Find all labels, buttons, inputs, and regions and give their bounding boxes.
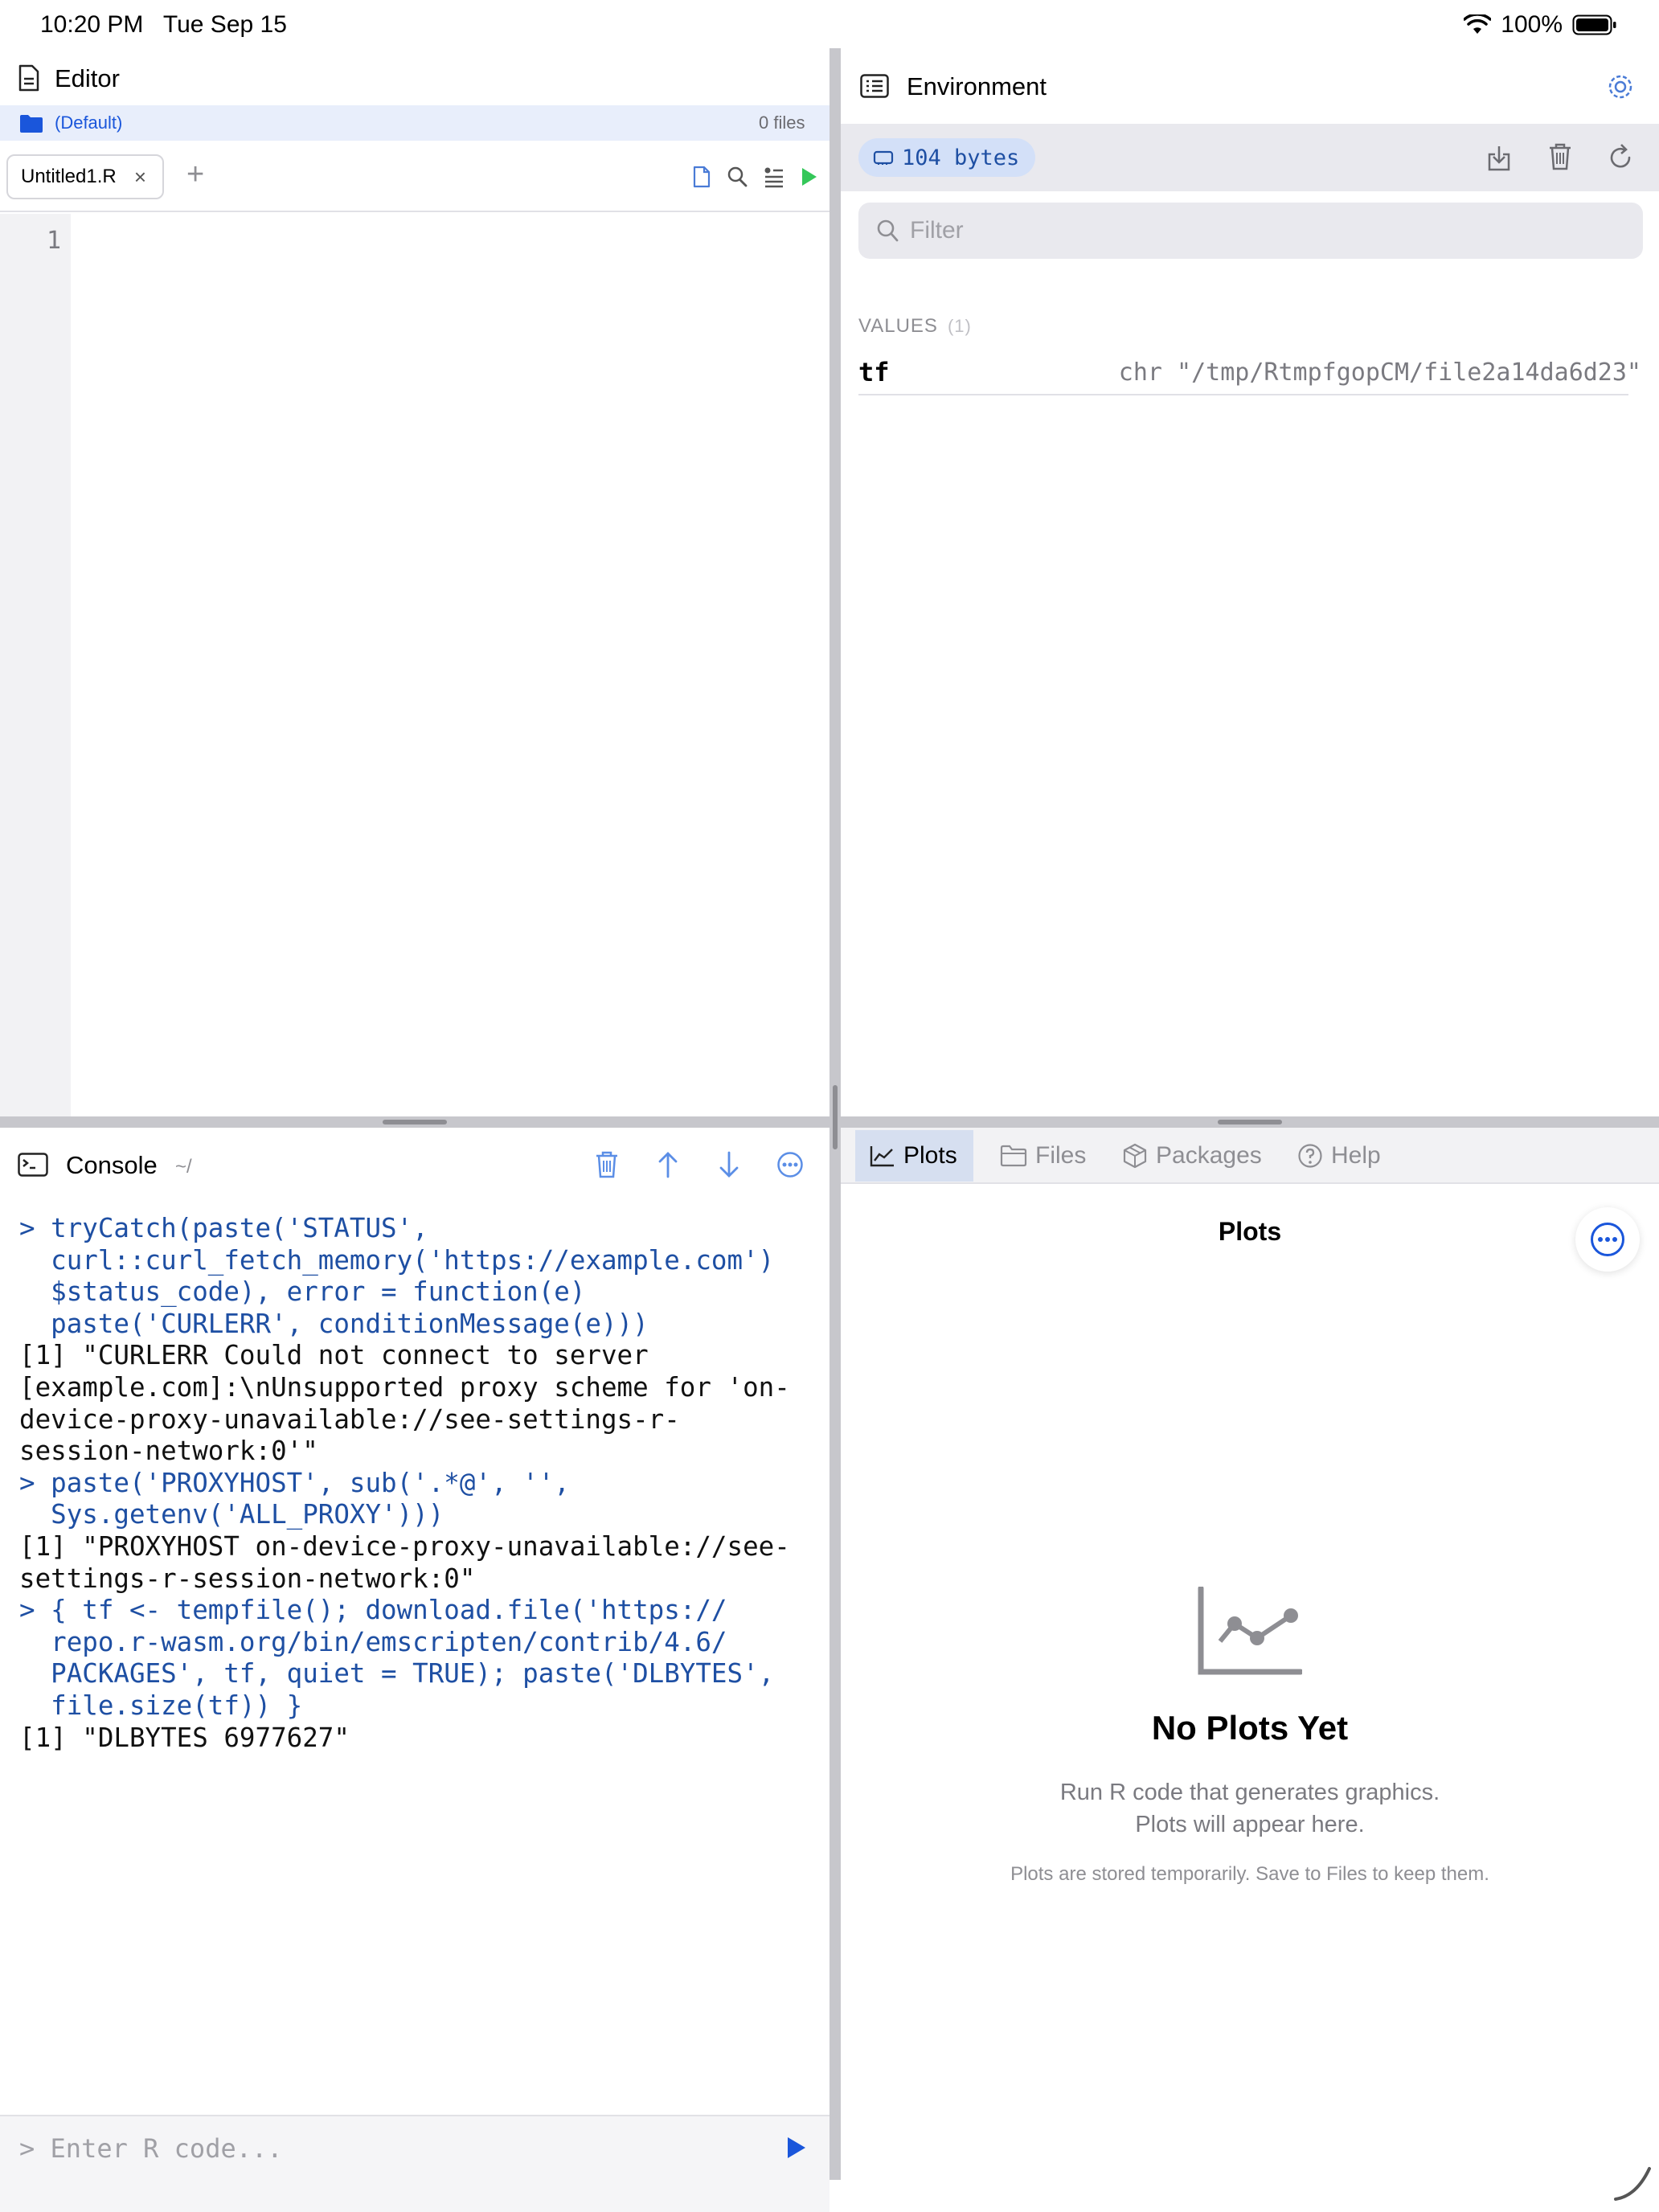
gear-icon[interactable] xyxy=(1606,72,1635,101)
status-time: 10:20 PM Tue Sep 15 xyxy=(40,11,287,39)
terminal-icon xyxy=(18,1153,48,1177)
send-icon[interactable] xyxy=(786,2136,807,2159)
console-output-line: session-network:0'" xyxy=(19,1436,318,1467)
empty-state-line-1: Run R code that generates graphics. xyxy=(1059,1780,1440,1805)
filter-placeholder: Filter xyxy=(910,217,964,244)
console-output-line: [1] "DLBYTES 6977627" xyxy=(19,1722,350,1753)
console-output-line: settings-r-session-network:0" xyxy=(19,1563,476,1594)
line-number: 1 xyxy=(47,227,62,255)
filter-input[interactable]: Filter xyxy=(858,203,1643,259)
clear-environment-icon[interactable] xyxy=(1548,143,1572,170)
console-output-line: [1] "PROXYHOST on-device-proxy-unavailab… xyxy=(19,1531,790,1562)
console-input-line: repo.r-wasm.org/bin/emscripten/contrib/4… xyxy=(19,1626,727,1657)
format-list-icon[interactable] xyxy=(764,166,784,188)
battery-percent: 100% xyxy=(1501,11,1563,38)
console-input-line: > { tf <- tempfile(); download.file('htt… xyxy=(19,1595,727,1626)
tab-help-label: Help xyxy=(1331,1142,1381,1169)
empty-state-title: No Plots Yet xyxy=(1151,1709,1349,1747)
plots-more-button[interactable] xyxy=(1575,1207,1640,1272)
console-input-placeholder: > Enter R code... xyxy=(19,2133,283,2164)
arrow-up-icon[interactable] xyxy=(657,1151,678,1178)
section-count: (1) xyxy=(947,316,972,336)
chart-placeholder-icon xyxy=(1196,1587,1302,1677)
console-input-line: paste('CURLERR', conditionMessage(e))) xyxy=(19,1308,649,1339)
line-gutter xyxy=(0,214,71,1116)
close-icon[interactable]: × xyxy=(134,165,146,190)
editor-title: Editor xyxy=(55,64,120,92)
console-input-line: > paste('PROXYHOST', sub('.*@', '', xyxy=(19,1467,570,1498)
console-output-line: [example.com]:\nUnsupported proxy scheme… xyxy=(19,1372,790,1403)
trash-icon[interactable] xyxy=(595,1151,619,1178)
plots-header: Plots xyxy=(1218,1217,1282,1246)
tab-plots-label: Plots xyxy=(903,1142,957,1169)
tab-help[interactable]: Help xyxy=(1283,1130,1397,1182)
refresh-icon[interactable] xyxy=(1608,143,1633,170)
memory-value: 104 bytes xyxy=(902,145,1020,170)
left-split-handle[interactable] xyxy=(383,1120,447,1124)
variable-name: tf xyxy=(858,357,890,387)
section-title: VALUES xyxy=(858,315,938,337)
variable-row[interactable]: tf chr "/tmp/RtmpfgopCM/file2a14da6d23" xyxy=(858,350,1641,395)
console-input-line: Sys.getenv('ALL_PROXY'))) xyxy=(19,1499,444,1530)
console-output-line: device-proxy-unavailable://see-settings-… xyxy=(19,1403,680,1435)
memory-usage-badge: 104 bytes xyxy=(858,138,1036,177)
search-icon[interactable] xyxy=(727,166,748,188)
console-input-line: $status_code), error = function(e) xyxy=(19,1276,586,1308)
battery-icon xyxy=(1572,14,1617,36)
chart-line-icon xyxy=(870,1145,895,1167)
tab-packages-label: Packages xyxy=(1156,1142,1262,1169)
add-tab-button[interactable]: + xyxy=(186,158,204,192)
more-options-icon xyxy=(1590,1222,1625,1257)
document-icon xyxy=(18,64,40,92)
code-editor[interactable] xyxy=(71,214,830,1116)
tab-files[interactable]: Files xyxy=(985,1130,1102,1182)
question-circle-icon xyxy=(1297,1143,1323,1169)
status-clock: 10:20 PM xyxy=(40,11,144,38)
console-footer xyxy=(0,2180,830,2212)
console-output: > tryCatch(paste('STATUS', curl::curl_fe… xyxy=(0,1200,830,2115)
status-date: Tue Sep 15 xyxy=(162,11,287,38)
console-input-line: file.size(tf)) } xyxy=(19,1690,303,1721)
resize-grip-icon[interactable] xyxy=(1612,2164,1653,2202)
run-icon[interactable] xyxy=(801,167,818,186)
search-icon xyxy=(876,219,899,243)
list-icon xyxy=(860,74,889,98)
wifi-icon xyxy=(1464,14,1492,35)
tab-label: Untitled1.R xyxy=(21,166,117,187)
values-section-label: VALUES (1) xyxy=(858,315,972,338)
console-input-line: > tryCatch(paste('STATUS', xyxy=(19,1213,428,1243)
package-box-icon xyxy=(1122,1143,1148,1169)
file-count: 0 files xyxy=(759,113,805,133)
folder-icon xyxy=(19,114,43,133)
right-split-handle[interactable] xyxy=(1218,1120,1282,1124)
tab-plots[interactable]: Plots xyxy=(855,1130,973,1182)
console-path: ~/ xyxy=(175,1156,192,1178)
environment-title: Environment xyxy=(907,72,1047,100)
status-indicators: 100% xyxy=(1464,11,1617,39)
folder-name[interactable]: (Default) xyxy=(55,113,122,133)
empty-state-description: Run R code that generates graphics. Plot… xyxy=(841,1776,1659,1841)
console-output-line: [1] "CURLERR Could not connect to server xyxy=(19,1340,649,1371)
arrow-down-icon[interactable] xyxy=(719,1151,739,1178)
console-input-line: curl::curl_fetch_memory('https://example… xyxy=(19,1244,775,1276)
folder-icon xyxy=(1000,1145,1027,1167)
empty-state-line-2: Plots will appear here. xyxy=(1135,1812,1365,1837)
console-input-line: PACKAGES', tf, quiet = TRUE); paste('DLB… xyxy=(19,1658,775,1690)
vertical-split-handle[interactable] xyxy=(833,1085,838,1149)
import-icon[interactable] xyxy=(1487,145,1511,172)
empty-state-note: Plots are stored temporarily. Save to Fi… xyxy=(1010,1863,1489,1885)
folder-bar[interactable] xyxy=(0,105,830,141)
memory-icon xyxy=(873,150,894,166)
new-file-icon[interactable] xyxy=(693,166,711,188)
more-options-icon[interactable] xyxy=(776,1151,804,1178)
variable-value: chr "/tmp/RtmpfgopCM/file2a14da6d23" xyxy=(1118,358,1641,387)
tab-untitled1[interactable]: Untitled1.R × xyxy=(6,154,164,199)
tab-packages[interactable]: Packages xyxy=(1108,1130,1278,1182)
tab-files-label: Files xyxy=(1035,1142,1087,1169)
console-title: Console xyxy=(66,1151,158,1179)
